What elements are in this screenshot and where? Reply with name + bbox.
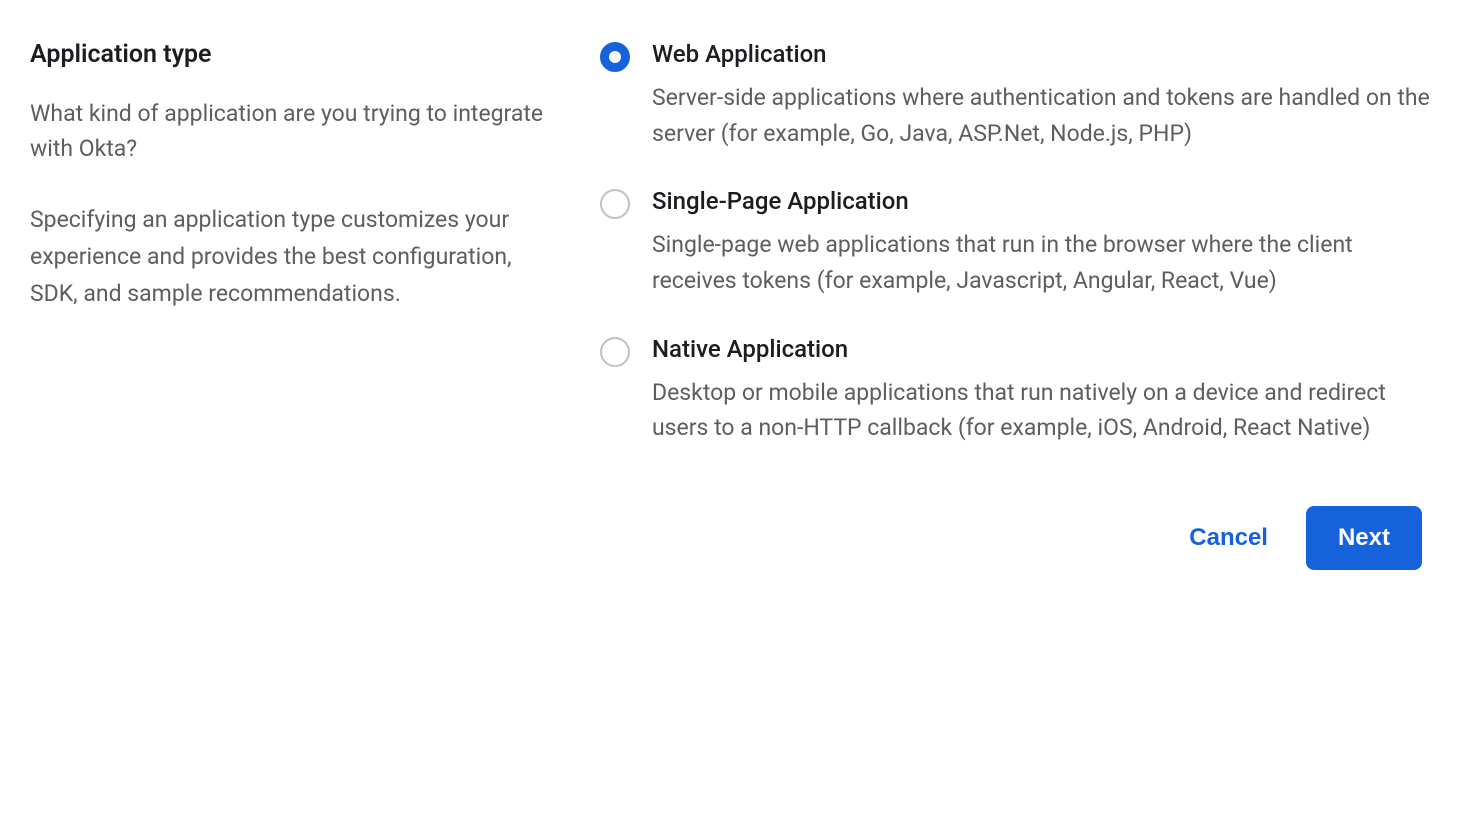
button-row: Cancel Next [600, 506, 1430, 570]
radio-icon [600, 337, 630, 367]
option-label: Single-Page Application [652, 187, 1430, 215]
right-column: Web Application Server-side applications… [600, 40, 1430, 570]
cancel-button[interactable]: Cancel [1181, 512, 1276, 564]
option-single-page-application[interactable]: Single-Page Application Single-page web … [600, 187, 1430, 298]
option-native-application[interactable]: Native Application Desktop or mobile app… [600, 335, 1430, 446]
section-question: What kind of application are you trying … [30, 97, 560, 166]
next-button[interactable]: Next [1306, 506, 1422, 570]
radio-icon [600, 42, 630, 72]
option-content: Single-Page Application Single-page web … [652, 187, 1430, 298]
option-desc: Server-side applications where authentic… [652, 80, 1430, 151]
option-desc: Single-page web applications that run in… [652, 227, 1430, 298]
option-label: Web Application [652, 40, 1430, 68]
option-content: Native Application Desktop or mobile app… [652, 335, 1430, 446]
radio-icon [600, 189, 630, 219]
option-label: Native Application [652, 335, 1430, 363]
app-type-form: Application type What kind of applicatio… [30, 40, 1430, 570]
left-column: Application type What kind of applicatio… [30, 40, 560, 570]
option-content: Web Application Server-side applications… [652, 40, 1430, 151]
section-explain: Specifying an application type customize… [30, 202, 560, 312]
section-title: Application type [30, 40, 560, 69]
option-desc: Desktop or mobile applications that run … [652, 375, 1430, 446]
option-web-application[interactable]: Web Application Server-side applications… [600, 40, 1430, 151]
